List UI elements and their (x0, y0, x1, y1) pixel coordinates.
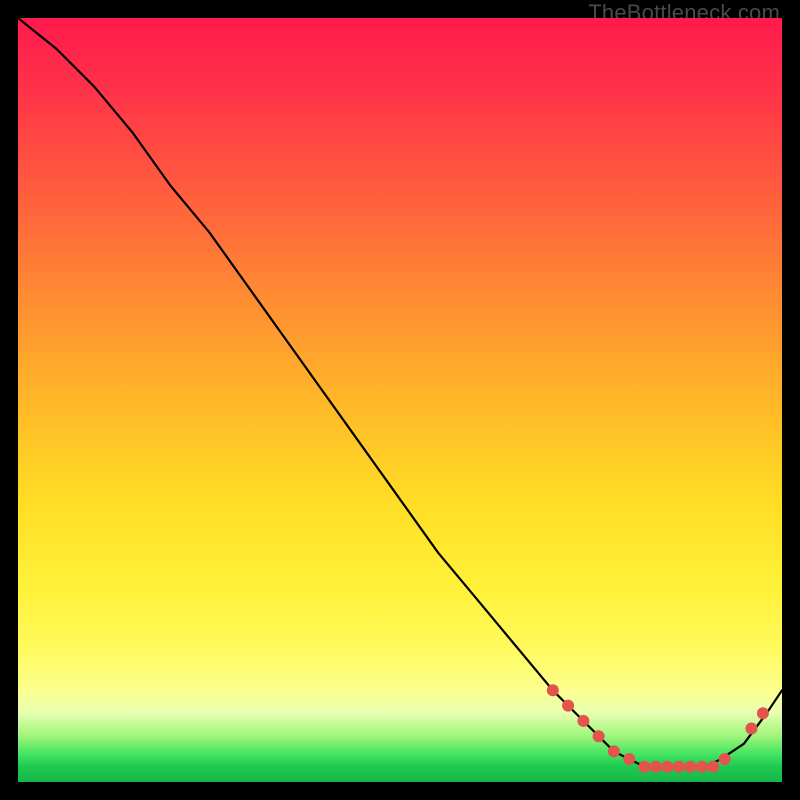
curve-marker (593, 730, 605, 742)
curve-marker (745, 723, 757, 735)
curve-marker (673, 761, 685, 773)
curve-marker (707, 761, 719, 773)
bottleneck-curve (18, 18, 782, 767)
curve-marker (719, 753, 731, 765)
curve-marker (639, 761, 651, 773)
curve-marker (661, 761, 673, 773)
curve-marker (623, 753, 635, 765)
curve-marker (684, 761, 696, 773)
curve-marker (757, 707, 769, 719)
curve-marker (696, 761, 708, 773)
chart-frame: TheBottleneck.com (0, 0, 800, 800)
curve-marker (562, 700, 574, 712)
curve-marker (650, 761, 662, 773)
plot-area (18, 18, 782, 782)
curve-svg (18, 18, 782, 782)
curve-marker (577, 715, 589, 727)
curve-markers (547, 684, 769, 772)
curve-marker (547, 684, 559, 696)
curve-marker (608, 745, 620, 757)
